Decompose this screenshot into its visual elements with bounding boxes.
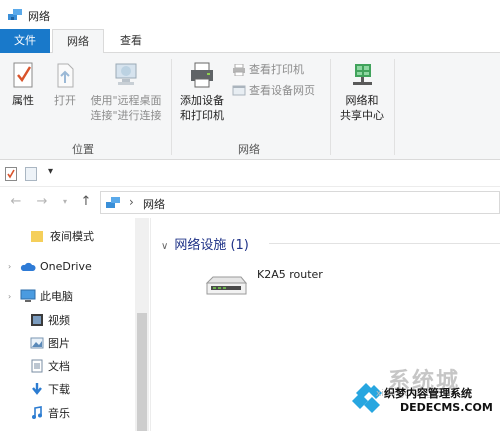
- nav-item-label: 文档: [48, 360, 70, 373]
- view-printers-label: 查看打印机: [249, 63, 304, 76]
- add-devices-label-2: 和打印机: [180, 109, 224, 122]
- quick-access-toolbar: ▾: [0, 161, 500, 187]
- watermark-text: 织梦内容管理系统: [384, 387, 472, 400]
- nav-item-this-pc[interactable]: › 此电脑: [0, 286, 135, 308]
- group-divider: [269, 243, 500, 244]
- window-title: 网络: [28, 10, 50, 23]
- group-label-network: 网络: [238, 143, 260, 156]
- properties-button[interactable]: 属性: [6, 61, 40, 108]
- address-bar[interactable]: › 网络: [100, 191, 500, 214]
- view-printers-icon: [233, 63, 245, 77]
- properties-label: 属性: [12, 94, 34, 107]
- network-sharing-label-2: 共享中心: [340, 109, 384, 122]
- remote-desktop-button[interactable]: 使用"远程桌面 连接"进行连接: [86, 61, 166, 123]
- watermark-logo-icon: [352, 383, 382, 413]
- ribbon: 属性 打开 使用"远程桌面 连接"进行连接 添加设备 和打印机 查看打印机 查看…: [0, 53, 500, 160]
- folder-icon: [31, 231, 43, 242]
- tab-network[interactable]: 网络: [52, 29, 104, 54]
- ribbon-tabs: 文件 网络 查看: [0, 29, 500, 54]
- computer-icon: [20, 289, 36, 302]
- back-arrow-icon[interactable]: ←: [8, 194, 24, 209]
- network-sharing-label-1: 网络和: [345, 94, 379, 107]
- nav-item-night-mode[interactable]: 夜间模式: [0, 226, 135, 248]
- title-bar: 网络: [0, 0, 500, 29]
- nav-item-music[interactable]: 音乐: [0, 403, 135, 425]
- group-label-location: 位置: [72, 143, 94, 156]
- breadcrumb-separator: ›: [129, 195, 134, 209]
- up-arrow-icon[interactable]: ↑: [78, 194, 94, 209]
- nav-item-pictures[interactable]: 图片: [0, 333, 135, 355]
- remote-desktop-label-1: 使用"远程桌面: [90, 94, 162, 107]
- nav-item-documents[interactable]: 文档: [0, 356, 135, 378]
- navigation-bar: ← → ▾ ↑ › 网络: [0, 187, 500, 217]
- collapse-chevron-icon[interactable]: ∨: [161, 241, 168, 252]
- ribbon-separator: [394, 59, 395, 155]
- nav-item-label: 下载: [48, 383, 70, 396]
- nav-item-label: 图片: [48, 337, 70, 350]
- video-icon: [31, 314, 43, 326]
- file-list: ∨ 网络设施 (1) K2A5 router 系统城 xitongcheng.co…: [151, 218, 500, 431]
- printer-icon: [191, 62, 213, 88]
- nav-scrollbar-thumb[interactable]: [137, 313, 147, 431]
- ribbon-separator: [330, 59, 331, 155]
- nav-item-label: OneDrive: [40, 260, 92, 273]
- nav-item-videos[interactable]: 视频: [0, 310, 135, 332]
- nav-scrollbar[interactable]: [135, 218, 149, 431]
- customize-toolbar-icon[interactable]: ▾: [48, 166, 53, 177]
- add-devices-printers-button[interactable]: 添加设备 和打印机: [174, 61, 230, 123]
- device-item-router[interactable]: K2A5 router: [203, 266, 343, 306]
- network-sharing-center-icon: [353, 64, 372, 85]
- network-icon: [8, 9, 22, 20]
- forward-arrow-icon[interactable]: →: [34, 194, 50, 209]
- tab-file[interactable]: 文件: [0, 29, 50, 53]
- nav-item-label: 音乐: [48, 407, 70, 420]
- watermark-text: DEDECMS.COM: [400, 401, 493, 414]
- open-icon: [57, 63, 74, 88]
- device-name: K2A5 router: [257, 268, 323, 281]
- group-title: 网络设施 (1): [174, 238, 249, 253]
- document-icon: [31, 359, 43, 373]
- watermark: 系统城 xitongcheng.com 织梦内容管理系统 DEDECMS.COM: [340, 361, 500, 431]
- open-button[interactable]: 打开: [48, 61, 82, 108]
- download-arrow-icon: [32, 383, 42, 395]
- ribbon-separator: [171, 59, 172, 155]
- open-label: 打开: [54, 94, 76, 107]
- tab-view[interactable]: 查看: [106, 29, 156, 53]
- network-sharing-center-button[interactable]: 网络和 共享中心: [334, 61, 390, 123]
- view-device-page-button[interactable]: 查看设备网页: [232, 83, 315, 99]
- breadcrumb-network[interactable]: 网络: [143, 196, 165, 212]
- nav-item-label: 夜间模式: [50, 230, 94, 243]
- router-icon: [205, 276, 248, 295]
- add-devices-label-1: 添加设备: [180, 94, 224, 107]
- cloud-icon: [20, 262, 36, 271]
- group-header-network-infrastructure[interactable]: ∨ 网络设施 (1): [161, 234, 249, 253]
- remote-desktop-label-2: 连接"进行连接: [90, 109, 162, 122]
- nav-item-onedrive[interactable]: › OneDrive: [0, 256, 135, 278]
- view-printers-button[interactable]: 查看打印机: [232, 62, 304, 78]
- view-device-page-label: 查看设备网页: [249, 84, 315, 97]
- nav-item-label: 视频: [48, 314, 70, 327]
- network-icon: [106, 197, 120, 208]
- recent-locations-chevron-icon[interactable]: ▾: [57, 197, 73, 206]
- expand-chevron-icon[interactable]: ›: [8, 256, 11, 278]
- properties-icon[interactable]: [5, 167, 17, 181]
- remote-desktop-icon: [115, 63, 137, 85]
- nav-item-downloads[interactable]: 下载: [0, 379, 135, 401]
- view-device-page-icon: [232, 85, 246, 96]
- expand-chevron-icon[interactable]: ›: [8, 286, 11, 308]
- navigation-pane: 夜间模式 › OneDrive › 此电脑 视频 图片 文档 下载 音乐: [0, 218, 150, 431]
- picture-icon: [30, 337, 44, 349]
- properties-icon: [13, 62, 33, 88]
- nav-item-label: 此电脑: [40, 290, 73, 303]
- music-note-icon: [32, 406, 42, 419]
- new-folder-icon[interactable]: [25, 167, 37, 181]
